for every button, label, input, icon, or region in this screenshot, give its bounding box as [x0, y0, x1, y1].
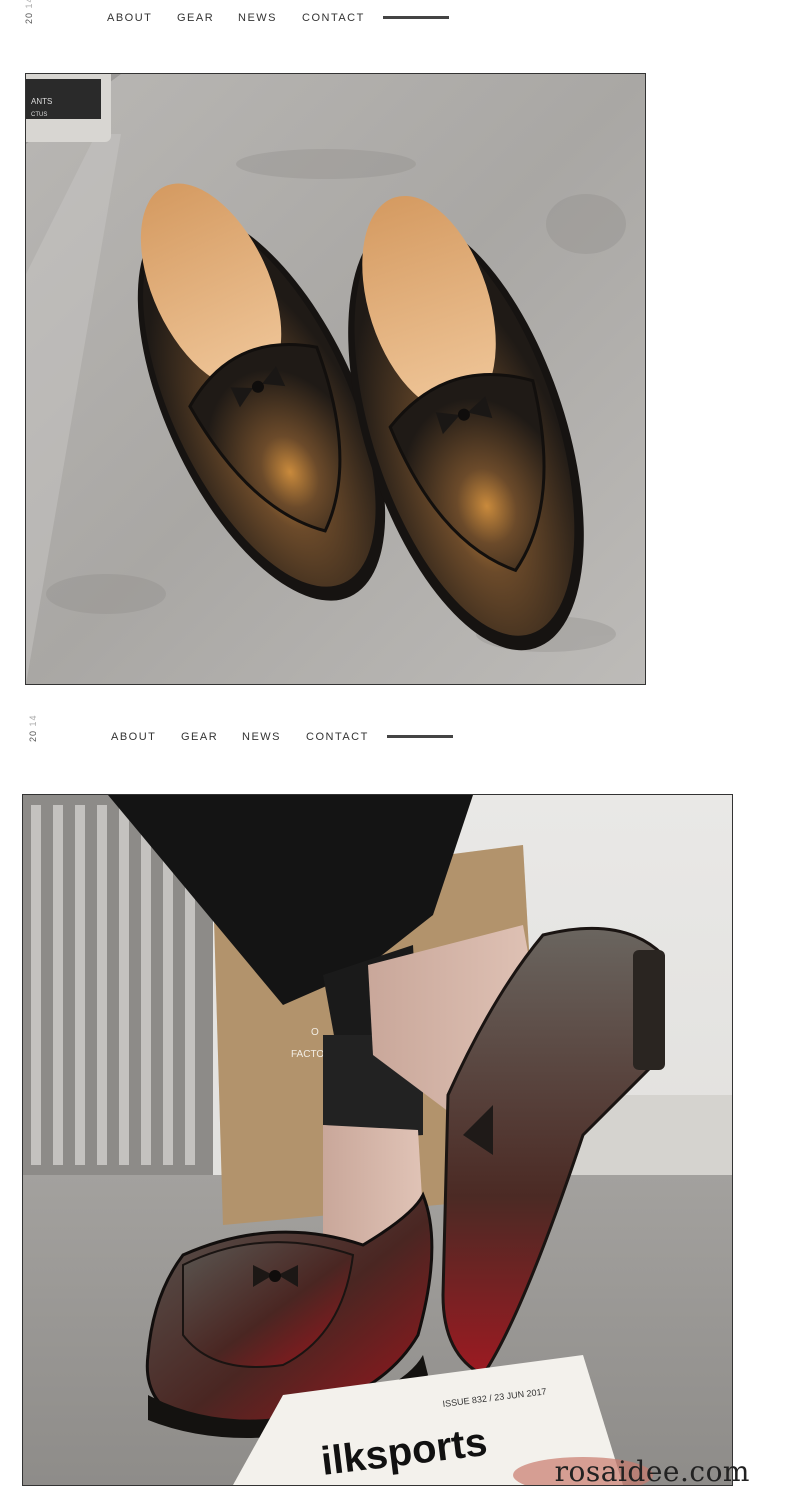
header-section-2: 20 14 ABOUT GEAR NEWS CONTACT [0, 710, 790, 770]
year-label: 20 14 [24, 0, 34, 24]
product-photo-1: ANTS CTUS [25, 73, 646, 685]
nav-gear-link[interactable]: GEAR [177, 12, 214, 24]
nav-news-link[interactable]: NEWS [242, 731, 281, 743]
svg-text:FACTO: FACTO [291, 1049, 324, 1060]
nav-contact-link[interactable]: CONTACT [306, 731, 369, 743]
nav-news-link[interactable]: NEWS [238, 12, 277, 24]
watermark-text: rosaidee.com [554, 1455, 750, 1488]
nav-gear-link[interactable]: GEAR [181, 731, 218, 743]
svg-text:O: O [311, 1027, 319, 1038]
header-section-1: 20 14 ABOUT GEAR NEWS CONTACT [0, 0, 790, 70]
loafers-worn-image: O FACTO ISSUE 832 / 23 JUN 2017 ilksport… [23, 795, 732, 1485]
nav-about-link[interactable]: ABOUT [107, 12, 152, 24]
paint-can-icon: ANTS CTUS [26, 74, 111, 142]
nav-about-link[interactable]: ABOUT [111, 731, 156, 743]
nav-underline-bar [383, 16, 449, 19]
svg-text:ANTS: ANTS [31, 97, 52, 106]
svg-text:CTUS: CTUS [31, 112, 47, 118]
nav-underline-bar [387, 735, 453, 738]
product-photo-2: O FACTO ISSUE 832 / 23 JUN 2017 ilksport… [22, 794, 733, 1486]
year-label: 20 14 [28, 714, 38, 742]
loafers-top-view-image: ANTS CTUS [26, 74, 645, 684]
nav-contact-link[interactable]: CONTACT [302, 12, 365, 24]
